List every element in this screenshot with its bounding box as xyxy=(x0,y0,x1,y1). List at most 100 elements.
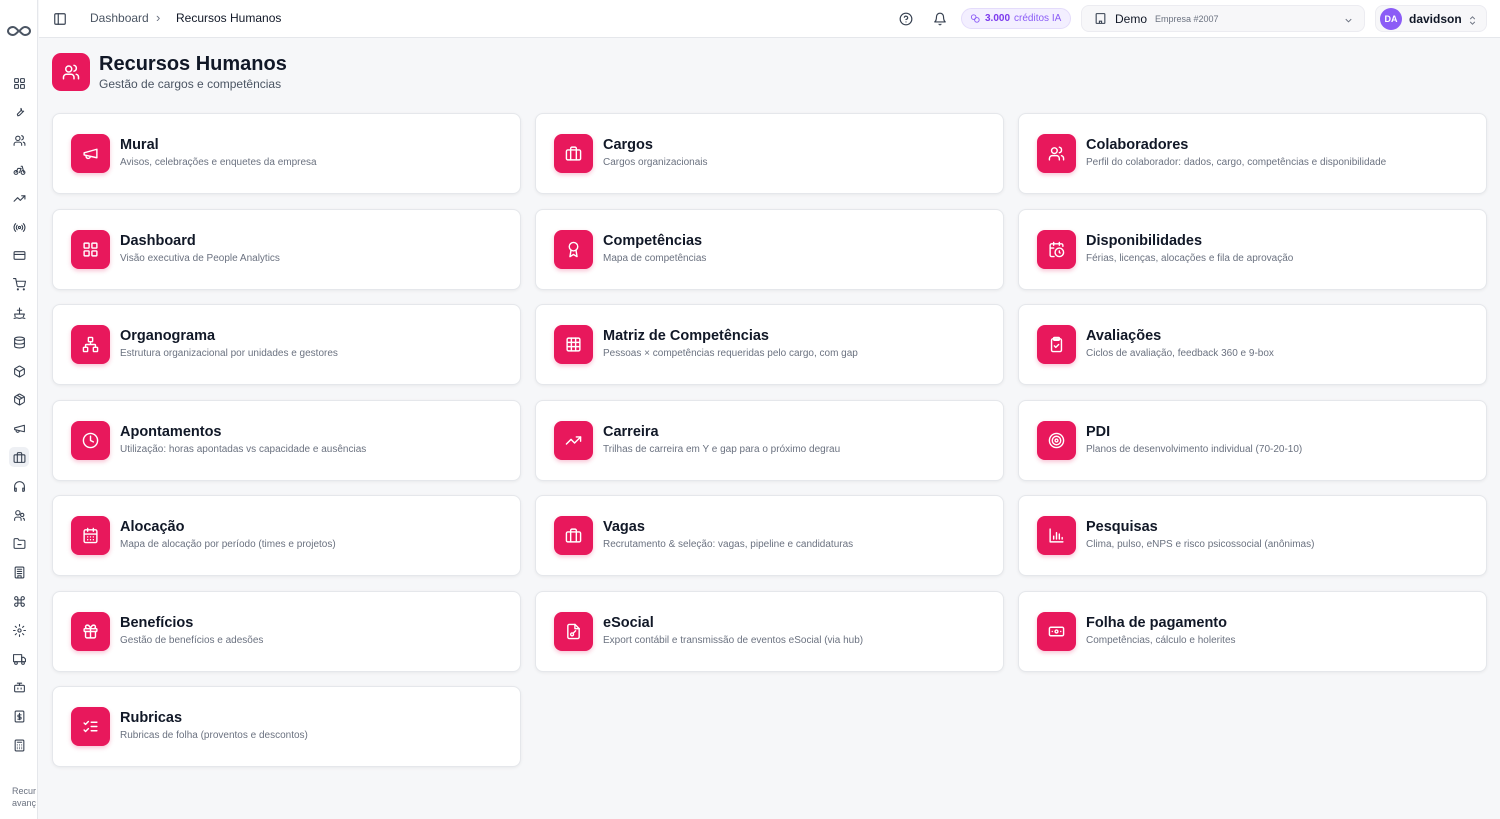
briefcase-icon xyxy=(554,516,593,555)
card-carreira[interactable]: Carreira Trilhas de carreira em Y e gap p… xyxy=(535,399,1004,481)
card-title: Apontamentos xyxy=(120,423,222,440)
card-esocial[interactable]: eSocial Export contábil e transmissão de … xyxy=(535,590,1004,672)
card-description: Cargos organizacionais xyxy=(603,157,708,168)
card-title: Avaliações xyxy=(1086,328,1162,344)
card-alocacao[interactable]: Alocação Mapa de alocação por período (ti… xyxy=(52,495,521,576)
card-apontamentos[interactable]: Apontamentos Utilização: horas apontadas … xyxy=(52,399,521,481)
settings-icon[interactable] xyxy=(9,620,29,640)
user-name: davidson xyxy=(1409,11,1462,26)
credit-card-icon[interactable] xyxy=(9,246,29,266)
card-title: Vagas xyxy=(603,519,645,535)
users-icon[interactable] xyxy=(9,131,29,151)
building-icon[interactable] xyxy=(9,563,29,583)
gift-icon xyxy=(71,611,110,651)
truck-icon[interactable] xyxy=(9,649,29,669)
sidebar-toggle-button[interactable] xyxy=(51,10,69,28)
company-sub: Empresa #2007 xyxy=(1155,13,1219,24)
bike-icon[interactable] xyxy=(9,159,29,179)
page-subtitle: Gestão de cargos e competências xyxy=(99,77,282,91)
trending-up-icon[interactable] xyxy=(9,188,29,208)
card-mural[interactable]: Mural Avisos, celebrações e enquetes da e… xyxy=(52,113,521,194)
card-organograma[interactable]: Organograma Estrutura organizacional por … xyxy=(52,304,521,385)
card-description: Estrutura organizacional por unidades e … xyxy=(120,348,338,359)
page-title: Recursos Humanos xyxy=(99,53,287,75)
radio-icon[interactable] xyxy=(9,217,29,237)
card-pdi[interactable]: PDI Planos de desenvolvimento individual … xyxy=(1018,399,1487,481)
users-icon xyxy=(52,53,90,91)
card-description: Ciclos de avaliação, feedback 360 e 9-bo… xyxy=(1086,348,1274,359)
list-checks-icon xyxy=(71,707,110,746)
card-description: Pessoas × competências requeridas pelo c… xyxy=(603,348,858,359)
card-cargos[interactable]: Cargos Cargos organizacionais xyxy=(535,113,1004,194)
card-title: Disponibilidades xyxy=(1086,232,1203,249)
card-beneficios[interactable]: Benefícios Gestão de benefícios e adesões xyxy=(52,590,521,672)
user-menu[interactable]: DA davidson xyxy=(1375,5,1487,32)
card-description: Visão executiva de People Analytics xyxy=(120,252,280,264)
breadcrumb-home[interactable]: Dashboard xyxy=(90,11,149,25)
card-description: Utilização: horas apontadas vs capacidad… xyxy=(120,443,367,455)
sidebar-footer-line2: avanç xyxy=(12,798,37,808)
calendar-clock-icon xyxy=(1037,229,1076,269)
notifications-button[interactable] xyxy=(931,10,949,28)
card-dashboard[interactable]: Dashboard Visão executiva de People Analy… xyxy=(52,208,521,290)
bar-chart-icon xyxy=(1037,516,1076,555)
card-description: Export contábil e transmissão de eventos… xyxy=(603,634,864,646)
card-description: Férias, licenças, alocações e fila de ap… xyxy=(1086,252,1294,264)
layout-grid-icon xyxy=(71,229,110,269)
ai-credits-badge[interactable]: 3.000 créditos IA xyxy=(961,8,1071,29)
briefcase-icon[interactable] xyxy=(9,447,29,468)
user-group-icon[interactable] xyxy=(9,505,29,525)
folder-icon[interactable] xyxy=(9,534,29,554)
card-description: Perfil do colaborador: dados, cargo, com… xyxy=(1086,157,1387,168)
target-icon xyxy=(1037,420,1076,460)
card-description: Clima, pulso, eNPS e risco psicossocial … xyxy=(1086,539,1315,550)
panel-left-icon xyxy=(54,13,66,25)
ship-icon[interactable] xyxy=(9,303,29,323)
calculator-icon[interactable] xyxy=(9,735,29,755)
card-folha-de-pagamento[interactable]: Folha de pagamento Competências, cálculo … xyxy=(1018,590,1487,672)
card-title: Alocação xyxy=(120,519,185,535)
app-logo[interactable] xyxy=(6,22,32,40)
sparkles-icon xyxy=(970,14,980,23)
megaphone-icon[interactable] xyxy=(9,419,29,439)
card-disponibilidades[interactable]: Disponibilidades Férias, licenças, alocaç… xyxy=(1018,208,1487,290)
card-title: Organograma xyxy=(120,328,216,344)
avatar: DA xyxy=(1380,7,1402,30)
card-description: Recrutamento & seleção: vagas, pipeline … xyxy=(603,539,854,550)
card-title: Folha de pagamento xyxy=(1086,614,1227,631)
building-icon xyxy=(1095,13,1106,24)
help-button[interactable] xyxy=(897,10,915,28)
org-chart-icon xyxy=(71,325,110,364)
cart-icon[interactable] xyxy=(9,275,29,295)
database-icon[interactable] xyxy=(9,332,29,352)
card-title: PDI xyxy=(1086,423,1111,440)
card-description: Avisos, celebrações e enquetes da empres… xyxy=(120,157,317,168)
package-icon[interactable] xyxy=(9,361,29,381)
card-matriz-de-competencias[interactable]: Matriz de Competências Pessoas × competên… xyxy=(535,304,1004,385)
credits-value: 3.000 xyxy=(985,13,1011,24)
card-vagas[interactable]: Vagas Recrutamento & seleção: vagas, pipe… xyxy=(535,495,1004,576)
card-colaboradores[interactable]: Colaboradores Perfil do colaborador: dado… xyxy=(1018,113,1487,194)
card-competencias[interactable]: Competências Mapa de competências xyxy=(535,208,1004,290)
card-title: Mural xyxy=(120,137,159,153)
calendar-icon xyxy=(71,516,110,555)
card-description: Planos de desenvolvimento individual (70… xyxy=(1086,443,1303,455)
card-description: Gestão de benefícios e adesões xyxy=(120,634,264,646)
topbar: Dashboard › Recursos Humanos 3.000 crédi… xyxy=(39,0,1500,38)
receipt-icon[interactable] xyxy=(9,707,29,727)
wrench-icon[interactable] xyxy=(9,102,29,122)
command-icon[interactable] xyxy=(9,591,29,611)
credits-label: créditos IA xyxy=(1014,13,1062,24)
chevron-down-icon xyxy=(1343,13,1354,31)
card-rubricas[interactable]: Rubricas Rubricas de folha (proventos e d… xyxy=(52,686,521,767)
company-selector[interactable]: Demo Empresa #2007 xyxy=(1081,5,1365,32)
box-icon[interactable] xyxy=(9,390,29,410)
chevrons-up-down-icon xyxy=(1467,13,1478,31)
headphones-icon[interactable] xyxy=(9,476,29,496)
card-avaliacoes[interactable]: Avaliações Ciclos de avaliação, feedback … xyxy=(1018,304,1487,385)
layout-grid-icon[interactable] xyxy=(9,73,29,93)
award-icon xyxy=(554,229,593,269)
bot-icon[interactable] xyxy=(9,678,29,698)
users-icon xyxy=(1037,134,1076,173)
card-pesquisas[interactable]: Pesquisas Clima, pulso, eNPS e risco psic… xyxy=(1018,495,1487,576)
